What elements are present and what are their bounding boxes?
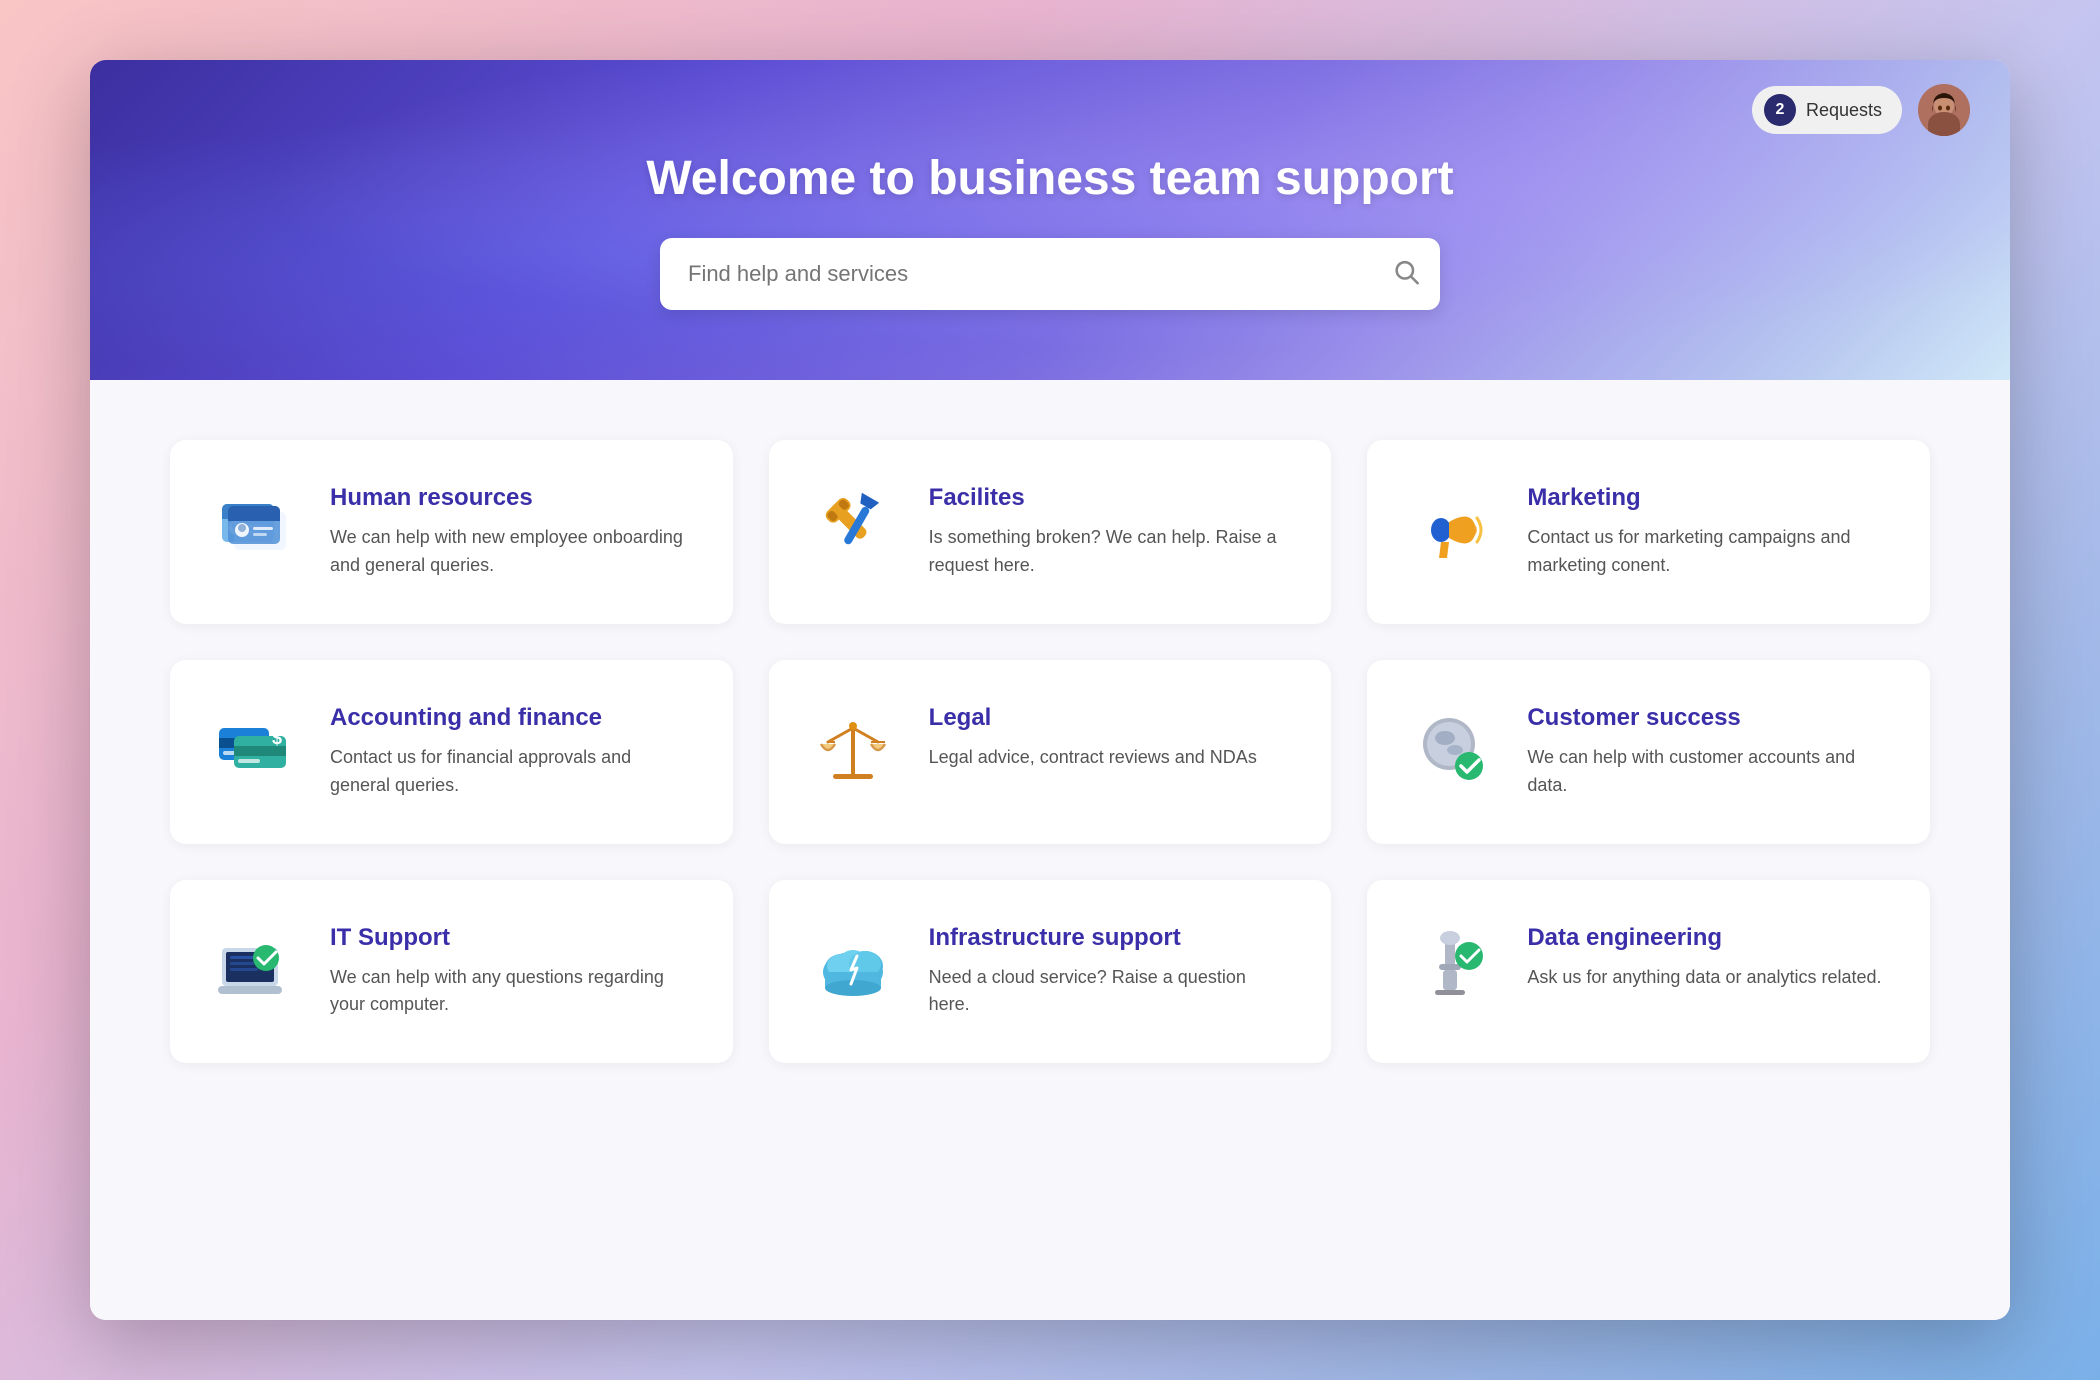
card-marketing[interactable]: Marketing Contact us for marketing campa… bbox=[1367, 440, 1930, 624]
legal-card-desc: Legal advice, contract reviews and NDAs bbox=[929, 744, 1257, 772]
customer-success-card-desc: We can help with customer accounts and d… bbox=[1527, 744, 1890, 800]
data-engineering-icon bbox=[1407, 924, 1495, 1012]
marketing-card-title: Marketing bbox=[1527, 484, 1890, 512]
customer-success-icon bbox=[1407, 704, 1495, 792]
hr-card-text: Human resources We can help with new emp… bbox=[330, 484, 693, 580]
facilities-card-desc: Is something broken? We can help. Raise … bbox=[929, 524, 1292, 580]
hr-card-desc: We can help with new employee onboarding… bbox=[330, 524, 693, 580]
card-legal[interactable]: Legal Legal advice, contract reviews and… bbox=[769, 660, 1332, 844]
data-engineering-card-title: Data engineering bbox=[1527, 924, 1881, 952]
cards-grid: Human resources We can help with new emp… bbox=[170, 440, 1930, 1063]
card-customer-success[interactable]: Customer success We can help with custom… bbox=[1367, 660, 1930, 844]
card-it-support[interactable]: IT Support We can help with any question… bbox=[170, 880, 733, 1064]
hr-card-title: Human resources bbox=[330, 484, 693, 512]
marketing-icon bbox=[1407, 484, 1495, 572]
it-support-card-desc: We can help with any questions regarding… bbox=[330, 964, 693, 1020]
header-top-bar: 2 Requests bbox=[1752, 84, 1970, 136]
legal-card-title: Legal bbox=[929, 704, 1257, 732]
header-banner: 2 Requests We bbox=[90, 60, 2010, 380]
marketing-card-text: Marketing Contact us for marketing campa… bbox=[1527, 484, 1890, 580]
search-input[interactable] bbox=[660, 238, 1440, 310]
data-engineering-card-desc: Ask us for anything data or analytics re… bbox=[1527, 964, 1881, 992]
facilities-card-text: Facilites Is something broken? We can he… bbox=[929, 484, 1292, 580]
it-support-card-title: IT Support bbox=[330, 924, 693, 952]
facilities-card-title: Facilites bbox=[929, 484, 1292, 512]
search-icon bbox=[1392, 257, 1420, 290]
infrastructure-card-title: Infrastructure support bbox=[929, 924, 1292, 952]
card-infrastructure[interactable]: Infrastructure support Need a cloud serv… bbox=[769, 880, 1332, 1064]
legal-card-text: Legal Legal advice, contract reviews and… bbox=[929, 704, 1257, 772]
facilities-icon bbox=[809, 484, 897, 572]
card-facilities[interactable]: Facilites Is something broken? We can he… bbox=[769, 440, 1332, 624]
hr-icon bbox=[210, 484, 298, 572]
app-frame: 2 Requests We bbox=[90, 60, 2010, 1320]
customer-success-card-text: Customer success We can help with custom… bbox=[1527, 704, 1890, 800]
svg-text:$: $ bbox=[272, 728, 282, 748]
card-hr[interactable]: Human resources We can help with new emp… bbox=[170, 440, 733, 624]
infrastructure-card-text: Infrastructure support Need a cloud serv… bbox=[929, 924, 1292, 1020]
card-data-engineering[interactable]: Data engineering Ask us for anything dat… bbox=[1367, 880, 1930, 1064]
requests-badge[interactable]: 2 Requests bbox=[1752, 86, 1902, 134]
main-content: Human resources We can help with new emp… bbox=[90, 380, 2010, 1320]
customer-success-card-title: Customer success bbox=[1527, 704, 1890, 732]
data-engineering-card-text: Data engineering Ask us for anything dat… bbox=[1527, 924, 1881, 992]
card-accounting[interactable]: $ Accounting and finance Contact us for … bbox=[170, 660, 733, 844]
avatar[interactable] bbox=[1918, 84, 1970, 136]
infrastructure-card-desc: Need a cloud service? Raise a question h… bbox=[929, 964, 1292, 1020]
legal-icon bbox=[809, 704, 897, 792]
accounting-card-desc: Contact us for financial approvals and g… bbox=[330, 744, 693, 800]
it-support-card-text: IT Support We can help with any question… bbox=[330, 924, 693, 1020]
requests-count: 2 bbox=[1764, 94, 1796, 126]
infrastructure-icon bbox=[809, 924, 897, 1012]
search-bar-wrapper bbox=[660, 238, 1440, 310]
accounting-icon: $ bbox=[210, 704, 298, 792]
marketing-card-desc: Contact us for marketing campaigns and m… bbox=[1527, 524, 1890, 580]
requests-label: Requests bbox=[1806, 100, 1882, 121]
page-title: Welcome to business team support bbox=[646, 151, 1453, 206]
it-support-icon bbox=[210, 924, 298, 1012]
accounting-card-text: Accounting and finance Contact us for fi… bbox=[330, 704, 693, 800]
accounting-card-title: Accounting and finance bbox=[330, 704, 693, 732]
